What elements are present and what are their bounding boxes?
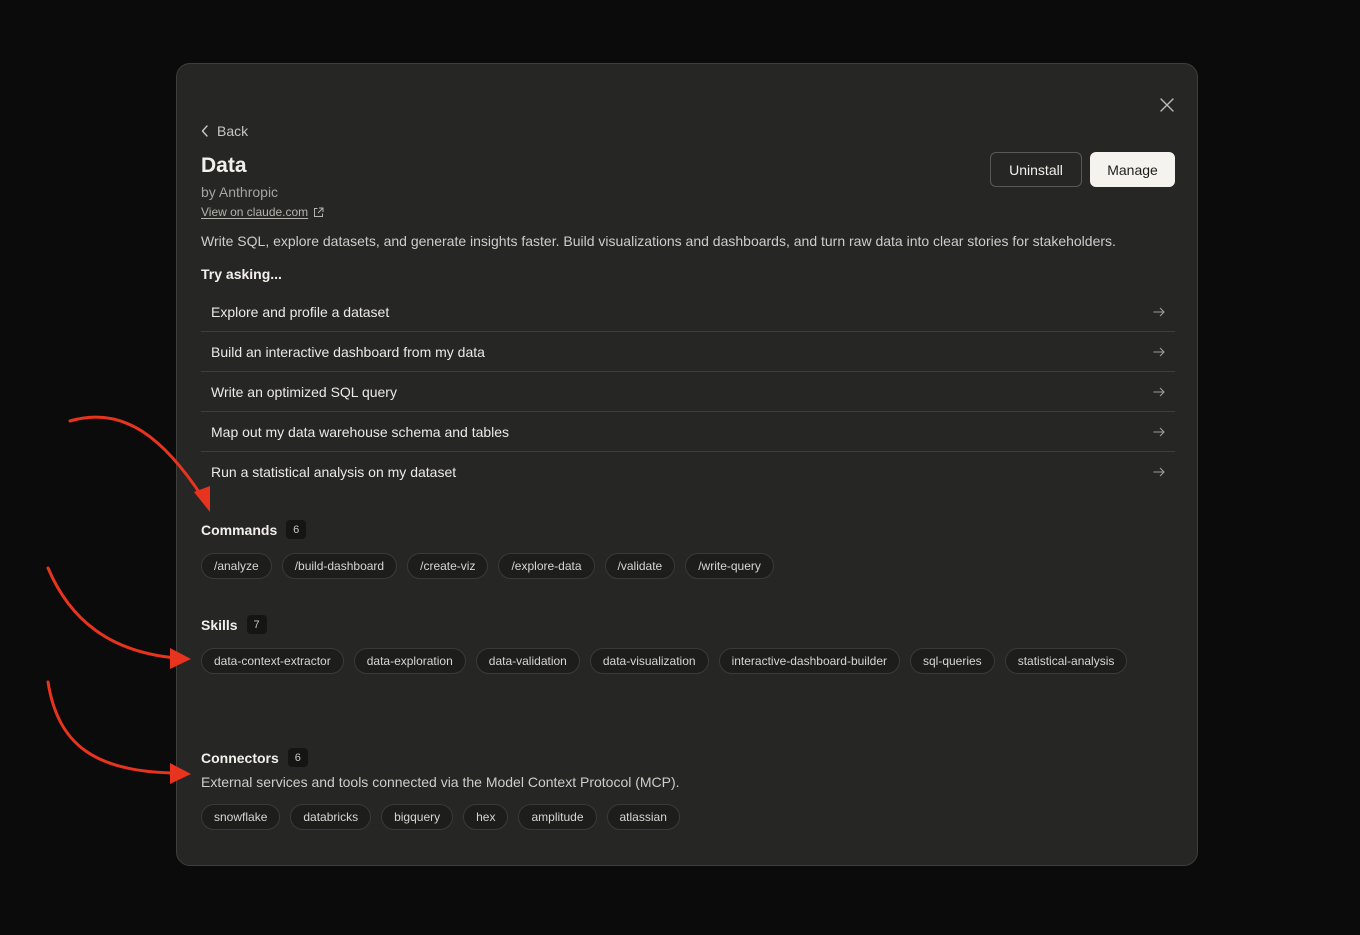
skills-list: data-context-extractor data-exploration … bbox=[201, 648, 1175, 674]
skills-header: Skills 7 bbox=[201, 615, 267, 634]
skill-chip[interactable]: data-exploration bbox=[353, 648, 466, 674]
commands-list: /analyze /build-dashboard /create-viz /e… bbox=[201, 553, 1175, 579]
commands-count-badge: 6 bbox=[286, 520, 307, 539]
manage-button[interactable]: Manage bbox=[1090, 152, 1175, 187]
close-icon bbox=[1160, 98, 1174, 112]
command-chip[interactable]: /build-dashboard bbox=[281, 553, 398, 579]
plugin-description: Write SQL, explore datasets, and generat… bbox=[201, 233, 1116, 249]
suggested-prompt-label: Run a statistical analysis on my dataset bbox=[211, 464, 457, 480]
command-chip[interactable]: /create-viz bbox=[407, 553, 489, 579]
suggested-prompts-list: Explore and profile a dataset Build an i… bbox=[201, 292, 1175, 492]
command-chip[interactable]: /write-query bbox=[685, 553, 774, 579]
commands-title: Commands bbox=[201, 521, 278, 538]
connector-chip[interactable]: amplitude bbox=[518, 804, 597, 830]
suggested-prompt-label: Map out my data warehouse schema and tab… bbox=[211, 423, 510, 440]
connector-chip[interactable]: bigquery bbox=[381, 804, 454, 830]
annotation-arrow bbox=[46, 566, 191, 669]
arrow-right-icon bbox=[1153, 307, 1165, 316]
plugin-detail-dialog: Back Data by Anthropic View on claude.co… bbox=[176, 63, 1198, 866]
back-label: Back bbox=[217, 123, 249, 139]
connectors-title: Connectors bbox=[201, 749, 279, 766]
author-byline: by Anthropic bbox=[201, 184, 279, 200]
suggested-prompt[interactable]: Explore and profile a dataset bbox=[201, 292, 1175, 332]
annotation-arrow bbox=[46, 680, 191, 784]
connector-chip[interactable]: databricks bbox=[290, 804, 372, 830]
external-link-icon bbox=[314, 207, 324, 217]
arrow-right-icon bbox=[1153, 387, 1165, 396]
arrow-right-icon bbox=[1153, 467, 1165, 477]
try-asking-heading: Try asking... bbox=[201, 266, 282, 282]
skill-chip[interactable]: data-context-extractor bbox=[201, 648, 344, 674]
connectors-list: snowflake databricks bigquery hex amplit… bbox=[201, 804, 1175, 830]
skill-chip[interactable]: statistical-analysis bbox=[1004, 648, 1128, 674]
skill-chip[interactable]: sql-queries bbox=[909, 648, 995, 674]
uninstall-button[interactable]: Uninstall bbox=[990, 152, 1082, 187]
chevron-left-icon bbox=[201, 125, 208, 137]
arrow-right-icon bbox=[1153, 347, 1165, 356]
suggested-prompt-label: Explore and profile a dataset bbox=[211, 303, 390, 320]
close-button[interactable] bbox=[1157, 95, 1177, 115]
suggested-prompt[interactable]: Write an optimized SQL query bbox=[201, 372, 1175, 412]
connectors-count-badge: 6 bbox=[287, 748, 308, 767]
suggested-prompt-label: Build an interactive dashboard from my d… bbox=[211, 343, 485, 360]
command-chip[interactable]: /explore-data bbox=[498, 553, 595, 579]
command-chip[interactable]: /validate bbox=[604, 553, 676, 579]
suggested-prompt[interactable]: Build an interactive dashboard from my d… bbox=[201, 332, 1175, 372]
back-link[interactable]: Back bbox=[201, 121, 248, 141]
connector-chip[interactable]: atlassian bbox=[606, 804, 680, 830]
suggested-prompt[interactable]: Map out my data warehouse schema and tab… bbox=[201, 412, 1175, 452]
arrow-right-icon bbox=[1153, 427, 1165, 436]
view-link-label: View on claude.com bbox=[201, 205, 309, 219]
connectors-description: External services and tools connected vi… bbox=[201, 774, 680, 790]
skills-count-badge: 7 bbox=[246, 615, 267, 634]
commands-header: Commands 6 bbox=[201, 520, 307, 539]
skill-chip[interactable]: interactive-dashboard-builder bbox=[718, 648, 900, 674]
connector-chip[interactable]: hex bbox=[463, 804, 509, 830]
command-chip[interactable]: /analyze bbox=[201, 553, 272, 579]
skills-title: Skills bbox=[201, 616, 238, 633]
skill-chip[interactable]: data-visualization bbox=[589, 648, 709, 674]
skill-chip[interactable]: data-validation bbox=[475, 648, 580, 674]
connectors-header: Connectors 6 bbox=[201, 748, 308, 767]
view-on-site-link[interactable]: View on claude.com bbox=[201, 205, 324, 219]
page-title: Data bbox=[201, 154, 247, 177]
suggested-prompt[interactable]: Run a statistical analysis on my dataset bbox=[201, 452, 1175, 492]
suggested-prompt-label: Write an optimized SQL query bbox=[211, 383, 397, 400]
connector-chip[interactable]: snowflake bbox=[201, 804, 281, 830]
